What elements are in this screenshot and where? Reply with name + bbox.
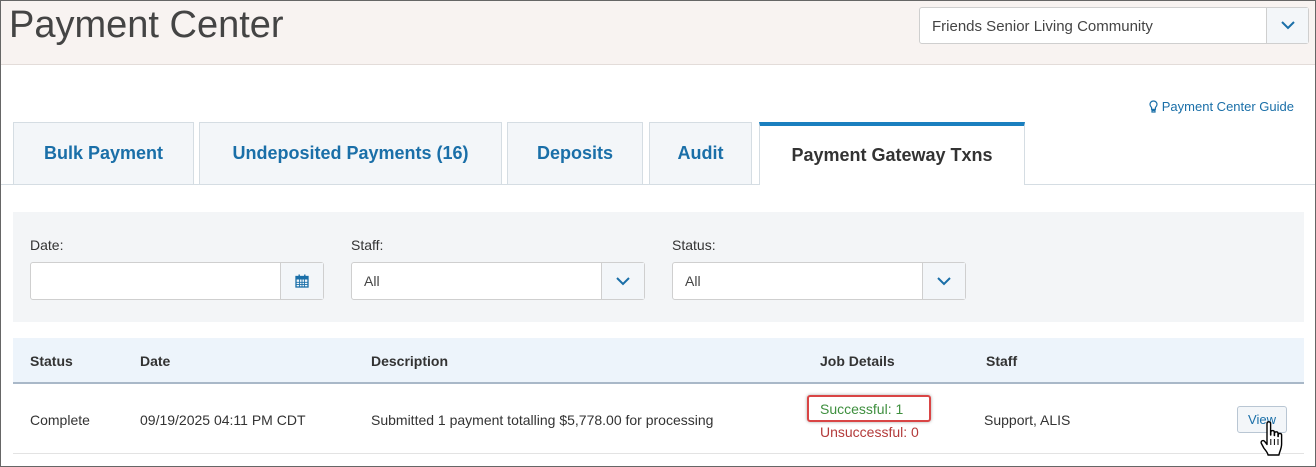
active-tab-gap	[760, 184, 1024, 185]
staff-filter-select[interactable]: All	[351, 262, 645, 300]
row-staff: Support, ALIS	[984, 412, 1071, 428]
tab-deposits[interactable]: Deposits	[507, 122, 643, 184]
date-picker-button[interactable]	[280, 263, 323, 299]
status-dropdown-button[interactable]	[922, 263, 965, 299]
tab-label: Undeposited Payments (16)	[232, 143, 469, 163]
tab-audit[interactable]: Audit	[649, 122, 752, 184]
date-filter-input[interactable]	[30, 262, 324, 300]
staff-filter-label: Staff:	[351, 237, 384, 253]
column-header-date[interactable]: Date	[140, 353, 170, 369]
date-filter-label: Date:	[30, 237, 64, 253]
page-title: Payment Center	[9, 4, 284, 46]
row-date: 09/19/2025 04:11 PM CDT	[140, 412, 306, 428]
column-header-description[interactable]: Description	[371, 353, 448, 369]
row-status: Complete	[30, 412, 90, 428]
job-details-highlight	[807, 395, 931, 422]
community-select-value: Friends Senior Living Community	[932, 18, 1153, 35]
chevron-down-icon	[1280, 21, 1295, 30]
tab-label: Bulk Payment	[43, 143, 164, 163]
column-header-status[interactable]: Status	[30, 353, 73, 369]
chevron-down-icon	[937, 276, 951, 285]
tab-bulk-payment[interactable]: Bulk Payment	[13, 122, 194, 184]
payment-center-guide-link[interactable]: Payment Center Guide	[1149, 99, 1294, 114]
status-filter-label: Status:	[672, 237, 716, 253]
tab-label: Deposits	[536, 143, 614, 163]
page-header: Payment Center Friends Senior Living Com…	[1, 1, 1315, 65]
status-filter-select[interactable]: All	[672, 262, 966, 300]
table-row: Complete 09/19/2025 04:11 PM CDT Submitt…	[13, 386, 1304, 454]
community-select[interactable]: Friends Senior Living Community	[919, 7, 1309, 44]
payment-center-guide-label: Payment Center Guide	[1161, 99, 1294, 114]
tab-label: Payment Gateway Txns	[791, 145, 993, 165]
tab-payment-gateway-txns[interactable]: Payment Gateway Txns	[759, 122, 1025, 185]
staff-dropdown-button[interactable]	[601, 263, 644, 299]
row-job-unsuccessful: Unsuccessful: 0	[820, 424, 919, 440]
column-header-staff[interactable]: Staff	[986, 353, 1017, 369]
hand-pointer-icon	[1260, 421, 1283, 456]
row-description: Submitted 1 payment totalling $5,778.00 …	[371, 412, 714, 428]
filter-panel: Date: Staff: All Status: All	[13, 212, 1304, 322]
column-header-job-details[interactable]: Job Details	[820, 353, 895, 369]
tab-undeposited-payments[interactable]: Undeposited Payments (16)	[199, 122, 502, 184]
staff-filter-value: All	[364, 273, 380, 289]
table-header: Status Date Description Job Details Staf…	[13, 338, 1304, 384]
community-dropdown-button[interactable]	[1266, 8, 1308, 43]
status-filter-value: All	[685, 273, 701, 289]
chevron-down-icon	[616, 276, 630, 285]
tab-divider	[1, 184, 1315, 185]
lightbulb-icon	[1149, 100, 1158, 113]
calendar-icon	[295, 274, 309, 288]
tab-label: Audit	[677, 143, 724, 163]
